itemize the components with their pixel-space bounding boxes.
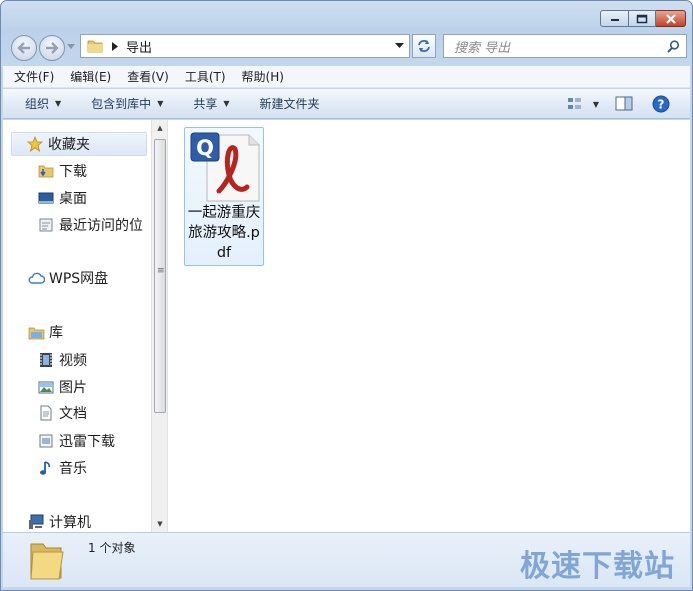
menu-file[interactable]: 文件(F) xyxy=(9,68,59,85)
window-controls xyxy=(600,10,686,27)
close-icon xyxy=(665,13,676,24)
nav-scrollbar[interactable]: ▲ ≡ ▼ xyxy=(151,120,167,532)
computer-icon xyxy=(27,513,45,531)
refresh-icon xyxy=(418,40,430,52)
view-dropdown-icon[interactable]: ▼ xyxy=(593,100,599,109)
maximize-icon xyxy=(636,14,648,23)
refresh-button[interactable] xyxy=(412,34,436,58)
folder-icon xyxy=(87,40,103,53)
nav-libraries-label: 库 xyxy=(49,325,63,341)
pdf-reader-icon: Q xyxy=(190,132,260,202)
minimize-button[interactable] xyxy=(600,10,629,27)
cloud-icon xyxy=(27,269,45,287)
nav-videos[interactable]: 视频 xyxy=(37,348,87,372)
maximize-button[interactable] xyxy=(629,10,656,27)
new-folder-button[interactable]: 新建文件夹 xyxy=(260,95,320,112)
navigation-pane: 收藏夹 下载 桌面 最近访问的位 WPS网盘 库 视频 图片 文档 迅雷下载 音… xyxy=(3,120,167,534)
preview-pane-icon[interactable] xyxy=(615,96,633,112)
view-options-icon[interactable] xyxy=(567,96,583,112)
folder-icon xyxy=(30,543,64,580)
nav-thunder-downloads[interactable]: 迅雷下载 xyxy=(37,429,115,453)
svg-text:Q: Q xyxy=(196,136,214,160)
desktop-icon xyxy=(37,189,55,207)
include-library-label: 包含到库中 xyxy=(91,97,152,111)
svg-text:?: ? xyxy=(658,98,665,112)
nav-computer[interactable]: 计算机 xyxy=(27,510,91,534)
menu-help[interactable]: 帮助(H) xyxy=(237,68,289,85)
nav-computer-label: 计算机 xyxy=(49,515,91,531)
search-box[interactable]: 搜索 导出 xyxy=(443,34,687,58)
history-dropdown-icon[interactable] xyxy=(67,44,75,50)
nav-documents[interactable]: 文档 xyxy=(37,401,87,425)
document-icon xyxy=(37,404,55,422)
nav-documents-label: 文档 xyxy=(59,406,87,422)
nav-recent-label: 最近访问的位 xyxy=(59,218,143,234)
include-library-button[interactable]: 包含到库中 ▼ xyxy=(91,95,163,112)
help-icon[interactable]: ? xyxy=(652,95,670,113)
chevron-down-icon[interactable] xyxy=(395,43,404,49)
picture-icon xyxy=(37,378,55,396)
arrow-right-icon xyxy=(46,42,59,54)
view-controls: ▼ ? xyxy=(567,95,670,113)
nav-music-label: 音乐 xyxy=(59,461,87,477)
menu-tools[interactable]: 工具(T) xyxy=(180,68,231,85)
menu-edit[interactable]: 编辑(E) xyxy=(65,68,116,85)
dropdown-arrow-icon: ▼ xyxy=(223,99,230,108)
explorer-window: 导出 搜索 导出 文件(F) 编辑(E) 查看(V) 工具(T) 帮助(H) 组… xyxy=(0,0,693,591)
music-note-icon xyxy=(37,459,55,477)
library-icon xyxy=(27,323,45,341)
downloads-folder-icon xyxy=(37,162,55,180)
arrow-left-icon xyxy=(17,42,30,54)
share-label: 共享 xyxy=(193,97,218,111)
nav-thunder-downloads-label: 迅雷下载 xyxy=(59,434,115,450)
nav-pictures-label: 图片 xyxy=(59,380,87,396)
new-folder-label: 新建文件夹 xyxy=(259,97,320,111)
recent-places-icon xyxy=(37,216,55,234)
file-item[interactable]: Q 一起游重庆旅游攻略.pdf xyxy=(184,127,264,266)
back-button[interactable] xyxy=(11,35,37,61)
details-pane: 1 个对象 极速下载站 xyxy=(3,532,690,587)
nav-wps-label: WPS网盘 xyxy=(49,271,109,287)
close-button[interactable] xyxy=(656,10,686,27)
scroll-down-icon[interactable]: ▼ xyxy=(152,516,168,532)
nav-desktop[interactable]: 桌面 xyxy=(37,186,87,210)
nav-downloads[interactable]: 下载 xyxy=(37,159,87,183)
nav-favorites[interactable]: 收藏夹 xyxy=(11,132,147,156)
nav-desktop-label: 桌面 xyxy=(59,191,87,207)
minimize-icon xyxy=(610,18,619,21)
nav-pictures[interactable]: 图片 xyxy=(37,375,87,399)
file-name: 一起游重庆旅游攻略.pdf xyxy=(187,205,261,261)
dropdown-arrow-icon: ▼ xyxy=(157,99,164,108)
breadcrumb-current[interactable]: 导出 xyxy=(126,37,152,56)
file-list[interactable]: Q 一起游重庆旅游攻略.pdf xyxy=(167,120,690,532)
address-row: 导出 搜索 导出 xyxy=(1,33,692,61)
command-bar: 组织 ▼ 包含到库中 ▼ 共享 ▼ 新建文件夹 ▼ ? xyxy=(3,89,690,119)
nav-wps-cloud[interactable]: WPS网盘 xyxy=(27,266,108,290)
search-icon[interactable] xyxy=(667,40,680,53)
search-placeholder[interactable]: 搜索 导出 xyxy=(454,37,510,56)
organize-button[interactable]: 组织 ▼ xyxy=(25,95,61,112)
chevron-right-icon[interactable] xyxy=(112,41,118,51)
menu-view[interactable]: 查看(V) xyxy=(122,68,174,85)
item-count: 1 个对象 xyxy=(88,541,136,555)
watermark: 极速下载站 xyxy=(520,549,675,584)
nav-music[interactable]: 音乐 xyxy=(37,456,87,480)
download-library-icon xyxy=(37,432,55,450)
scrollbar-thumb[interactable]: ≡ xyxy=(154,139,166,413)
address-bar[interactable]: 导出 xyxy=(80,34,410,58)
nav-videos-label: 视频 xyxy=(59,353,87,369)
nav-libraries[interactable]: 库 xyxy=(27,320,63,344)
scroll-up-icon[interactable]: ▲ xyxy=(152,120,168,136)
grip-icon: ≡ xyxy=(157,266,165,276)
forward-button[interactable] xyxy=(39,35,65,61)
share-button[interactable]: 共享 ▼ xyxy=(193,95,229,112)
star-icon xyxy=(26,135,44,153)
organize-label: 组织 xyxy=(25,97,50,111)
nav-downloads-label: 下载 xyxy=(59,164,87,180)
dropdown-arrow-icon: ▼ xyxy=(55,99,62,108)
nav-recent[interactable]: 最近访问的位 xyxy=(37,213,151,237)
nav-favorites-label: 收藏夹 xyxy=(48,137,90,153)
video-icon xyxy=(37,351,55,369)
menu-bar: 文件(F) 编辑(E) 查看(V) 工具(T) 帮助(H) xyxy=(3,66,690,88)
